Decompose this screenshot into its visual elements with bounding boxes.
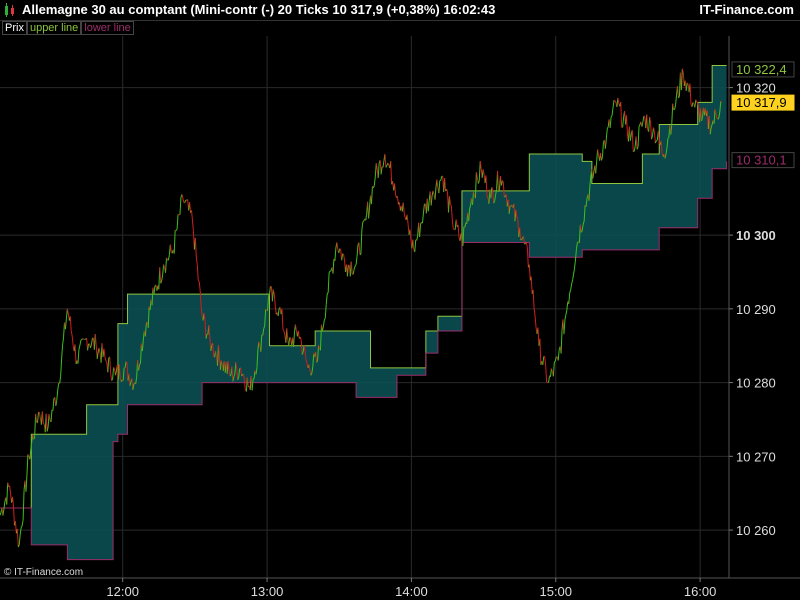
y-tick-label: 10 320 bbox=[736, 81, 776, 96]
legend-item-lower-line[interactable]: lower line bbox=[81, 21, 134, 35]
price-chart: 10 260 10 270 10 280 10 290 10 300 10 320 12:… bbox=[0, 0, 800, 600]
x-tick-label: 12:00 bbox=[106, 584, 139, 599]
indicator-legend: Prix upper line lower line bbox=[2, 21, 134, 35]
price-segment bbox=[613, 99, 616, 102]
x-tick-label: 15:00 bbox=[539, 584, 572, 599]
copyright-notice: © IT-Finance.com bbox=[4, 567, 84, 578]
y-tick-label: 10 260 bbox=[736, 523, 776, 538]
price-segment bbox=[520, 238, 522, 241]
price-segment bbox=[656, 139, 658, 142]
y-tick-label: 10 280 bbox=[736, 376, 776, 391]
x-tick-label: 14:00 bbox=[395, 584, 428, 599]
price-segment bbox=[524, 243, 526, 245]
price-segment bbox=[696, 101, 699, 104]
y-tick-label: 10 300 bbox=[736, 228, 776, 243]
price-segment bbox=[521, 238, 523, 240]
chart-app-icon bbox=[5, 3, 14, 17]
price-segment bbox=[229, 374, 232, 377]
price-badge-label: 10 322,4 bbox=[736, 62, 787, 77]
y-tick-label: 10 270 bbox=[736, 449, 776, 464]
price-badge-label: 10 310,1 bbox=[736, 153, 787, 168]
brand-label: IT-Finance.com bbox=[699, 2, 794, 17]
price-segment bbox=[554, 360, 556, 363]
price-segment bbox=[633, 150, 635, 153]
x-tick-label: 16:00 bbox=[684, 584, 717, 599]
legend-item-upper-line[interactable]: upper line bbox=[26, 21, 82, 35]
price-badge-label: 10 317,9 bbox=[736, 95, 787, 110]
legend-item-prix[interactable]: Prix bbox=[2, 21, 27, 35]
chart-title-bar: Allemagne 30 au comptant (Mini-contr (-)… bbox=[0, 0, 800, 21]
y-tick-label: 10 290 bbox=[736, 302, 776, 317]
x-tick-label: 13:00 bbox=[251, 584, 284, 599]
price-segment bbox=[359, 253, 362, 256]
price-segment bbox=[362, 220, 365, 223]
price-segment bbox=[265, 308, 267, 311]
instrument-title: Allemagne 30 au comptant (Mini-contr (-)… bbox=[22, 2, 496, 17]
price-segment bbox=[348, 264, 350, 266]
